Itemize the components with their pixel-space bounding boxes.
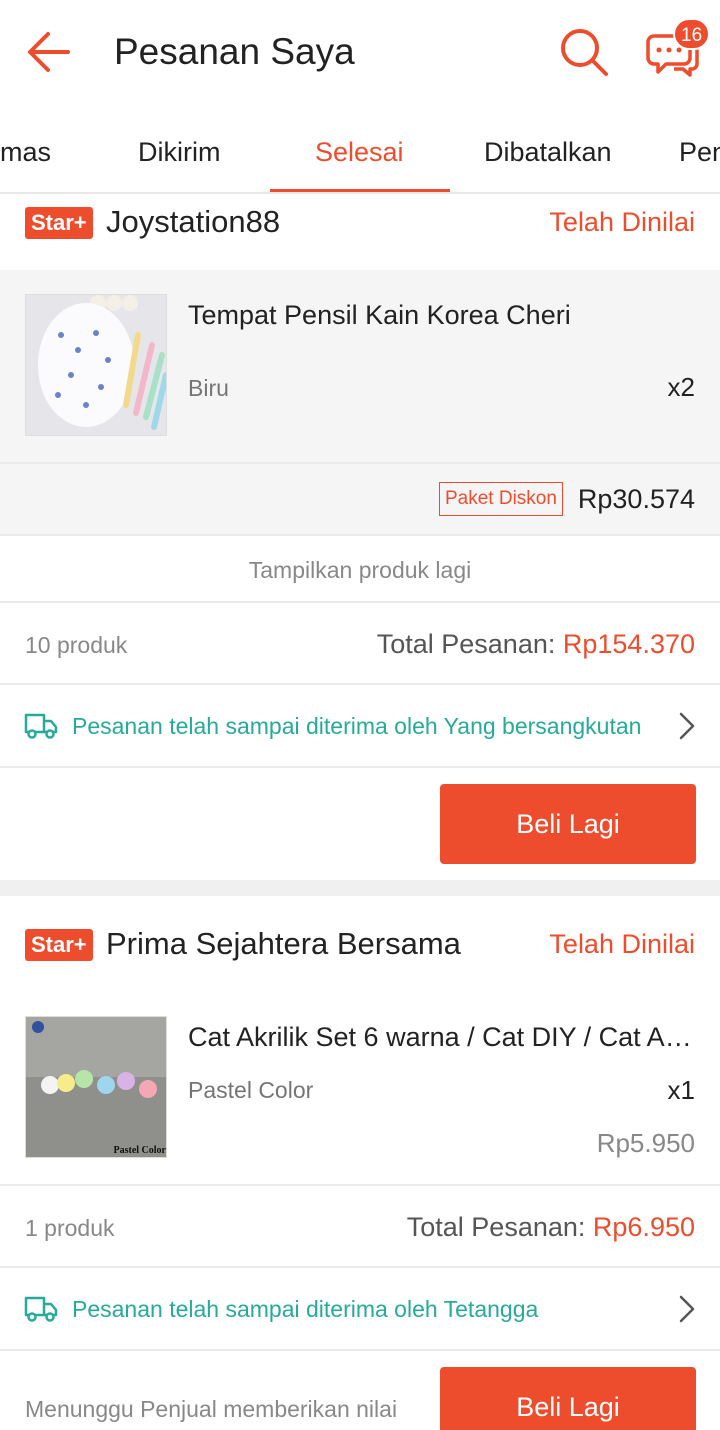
tab-dikemas[interactable]: mas	[0, 110, 51, 192]
order-total: Total Pesanan: Rp154.370	[377, 629, 695, 660]
product-count: 10 produk	[25, 632, 128, 658]
product-variant: Pastel Color	[188, 1077, 314, 1103]
divider	[0, 534, 720, 536]
waiting-review-text: Menunggu Penjual memberikan nilai	[25, 1396, 398, 1422]
order-total-label: Total Pesanan:	[376, 629, 563, 659]
shipping-status-link[interactable]: Pesanan telah sampai diterima oleh Yang …	[72, 713, 641, 740]
order-tabs: mas Dikirim Selesai Dibatalkan Pen	[0, 110, 720, 194]
star-plus-badge: Star+	[25, 929, 93, 961]
product-item[interactable]: Tempat Pensil Kain Korea Cheri Biru x2	[0, 270, 720, 462]
divider	[0, 683, 720, 685]
order-total: Total Pesanan: Rp6.950	[407, 1212, 695, 1243]
tab-selesai[interactable]: Selesai	[315, 110, 404, 192]
bundle-discount-badge: Paket Diskon	[439, 482, 563, 516]
delivery-truck-icon	[24, 1296, 58, 1322]
tab-dibatalkan[interactable]: Dibatalkan	[484, 110, 612, 192]
delivery-truck-icon	[24, 713, 58, 739]
divider	[0, 601, 720, 603]
bundle-price: Rp30.574	[577, 484, 695, 514]
divider	[0, 1349, 720, 1351]
buy-again-button[interactable]: Beli Lagi	[440, 784, 696, 864]
product-quantity: x2	[667, 372, 695, 402]
product-name: Tempat Pensil Kain Korea Cheri	[188, 300, 571, 330]
thumbnail-caption: Pastel Color	[114, 1145, 167, 1156]
shipping-status-link[interactable]: Pesanan telah sampai diterima oleh Tetan…	[72, 1296, 538, 1323]
tab-pengembalian[interactable]: Pen	[679, 110, 720, 192]
product-variant: Biru	[188, 375, 229, 401]
buy-again-button[interactable]: Beli Lagi	[440, 1367, 696, 1430]
product-quantity: x1	[667, 1075, 695, 1105]
shop-name[interactable]: Joystation88	[106, 204, 280, 240]
app-header: Pesanan Saya 16	[0, 0, 720, 104]
page-title: Pesanan Saya	[114, 31, 355, 72]
search-icon[interactable]	[558, 26, 610, 78]
divider	[0, 1266, 720, 1268]
order-total-value: Rp6.950	[592, 1212, 695, 1242]
order-status: Telah Dinilai	[549, 929, 695, 959]
order-status: Telah Dinilai	[549, 207, 695, 237]
shop-name[interactable]: Prima Sejahtera Bersama	[106, 926, 461, 962]
divider	[0, 766, 720, 768]
star-plus-badge: Star+	[25, 207, 93, 239]
active-tab-indicator	[270, 189, 450, 192]
product-thumbnail	[25, 294, 167, 436]
order-separator	[0, 880, 720, 896]
product-price: Rp5.950	[596, 1128, 695, 1158]
product-count: 1 produk	[25, 1215, 115, 1241]
order-total-value: Rp154.370	[562, 629, 695, 659]
back-arrow-icon[interactable]	[24, 30, 72, 74]
chat-badge: 16	[673, 18, 711, 50]
chevron-right-icon[interactable]	[678, 711, 696, 741]
product-thumbnail: Pastel Color	[25, 1016, 167, 1158]
pencil-case-image	[26, 295, 166, 435]
product-name: Cat Akrilik Set 6 warna / Cat DIY / Cat …	[188, 1022, 696, 1052]
order-total-label: Total Pesanan:	[406, 1212, 593, 1242]
acrylic-paint-image: Pastel Color	[26, 1017, 167, 1157]
divider	[0, 1184, 720, 1186]
show-more-products-link[interactable]: Tampilkan produk lagi	[0, 557, 720, 584]
tab-dikirim[interactable]: Dikirim	[138, 110, 220, 192]
chevron-right-icon[interactable]	[678, 1294, 696, 1324]
